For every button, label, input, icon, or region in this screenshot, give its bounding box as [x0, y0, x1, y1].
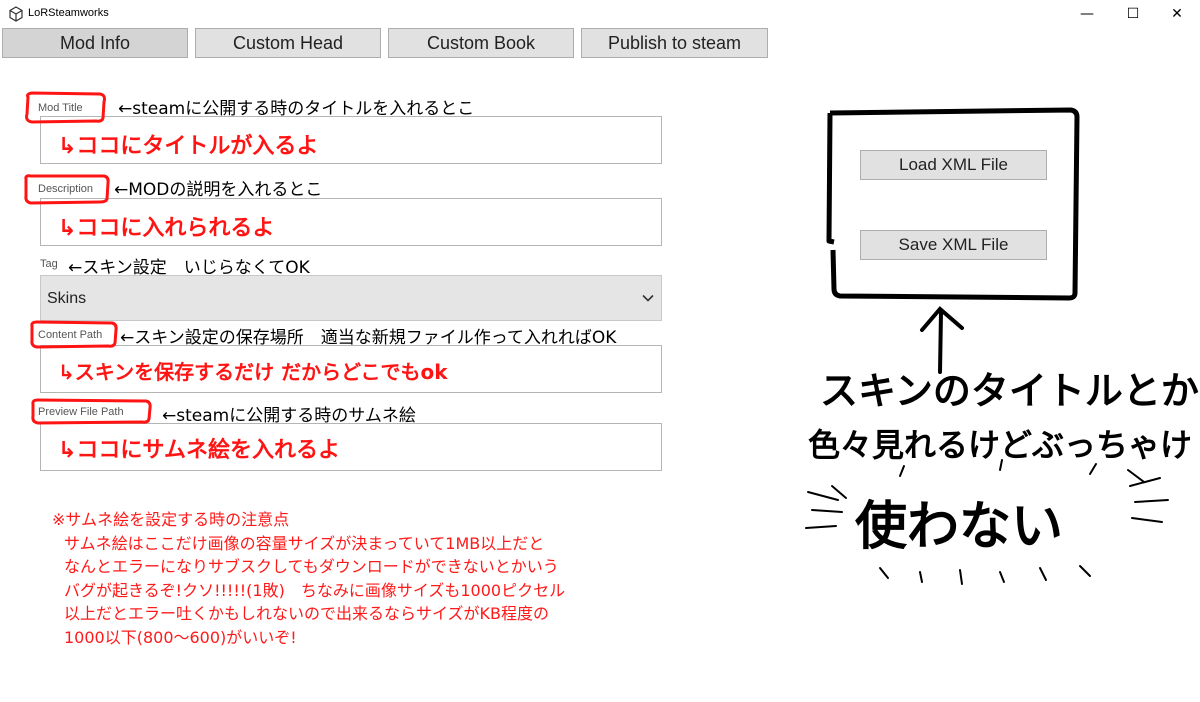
- warning-heading: ※サムネ絵を設定する時の注意点: [52, 510, 290, 529]
- description-label: Description: [38, 183, 94, 195]
- thumbnail-warning: ※サムネ絵を設定する時の注意点 サムネ絵はここだけ画像の容量サイズが決まっていて…: [52, 508, 565, 649]
- load-xml-button[interactable]: Load XML File: [860, 150, 1047, 180]
- tab-custom-book[interactable]: Custom Book: [388, 28, 574, 58]
- tag-select[interactable]: Skins: [40, 275, 662, 321]
- warning-line: サムネ絵はここだけ画像の容量サイズが決まっていて1MB以上だと: [64, 533, 545, 553]
- warning-line: バグが起きるぞ!クソ!!!!!(1敗) ちなみに画像サイズも1000ピクセル: [64, 580, 566, 600]
- maximize-button[interactable]: ☐: [1110, 0, 1156, 28]
- chevron-down-icon: [642, 294, 654, 302]
- warning-line: 1000以下(800〜600)がいいぞ!: [64, 627, 297, 647]
- preview-path-label: Preview File Path: [38, 406, 124, 418]
- tab-mod-info[interactable]: Mod Info: [2, 28, 188, 58]
- warning-line: なんとエラーになりサブスクしてもダウンロードができないとかいう: [64, 557, 559, 576]
- close-button[interactable]: ✕: [1154, 0, 1200, 28]
- xml-box-outline: [826, 107, 1080, 301]
- tab-custom-head[interactable]: Custom Head: [195, 28, 381, 58]
- description-handwritten: ↳ココに入れられるよ: [58, 216, 275, 241]
- preview-path-handwritten: ↳ココにサムネ絵を入れるよ: [58, 438, 340, 463]
- side-note-line1: スキンのタイトルとか: [820, 369, 1199, 413]
- content-path-label: Content Path: [38, 329, 103, 341]
- unity-logo-icon: [9, 6, 23, 22]
- mod-title-handwritten: ↳ココにタイトルが入るよ: [58, 134, 319, 159]
- save-xml-button[interactable]: Save XML File: [860, 230, 1047, 260]
- window-title: LoRSteamworks: [28, 7, 109, 19]
- content-path-handwritten: ↳スキンを保存するだけ だからどこでもok: [58, 360, 448, 384]
- tab-publish-to-steam[interactable]: Publish to steam: [581, 28, 768, 58]
- tag-select-value: Skins: [47, 290, 87, 307]
- warning-line: 以上だとエラー吐くかもしれないので出来るならサイズがKB程度の: [64, 604, 549, 623]
- side-note-line3: 使わない: [855, 497, 1064, 557]
- side-note-line2: 色々見れるけどぶっちゃけ: [808, 426, 1193, 464]
- mod-title-label: Mod Title: [38, 102, 83, 114]
- tag-label: Tag: [40, 258, 58, 270]
- title-bar: LoRSteamworks — ☐ ✕: [0, 0, 1200, 28]
- description-note: ←MODの説明を入れるとこ: [114, 180, 323, 200]
- minimize-button[interactable]: —: [1064, 0, 1110, 28]
